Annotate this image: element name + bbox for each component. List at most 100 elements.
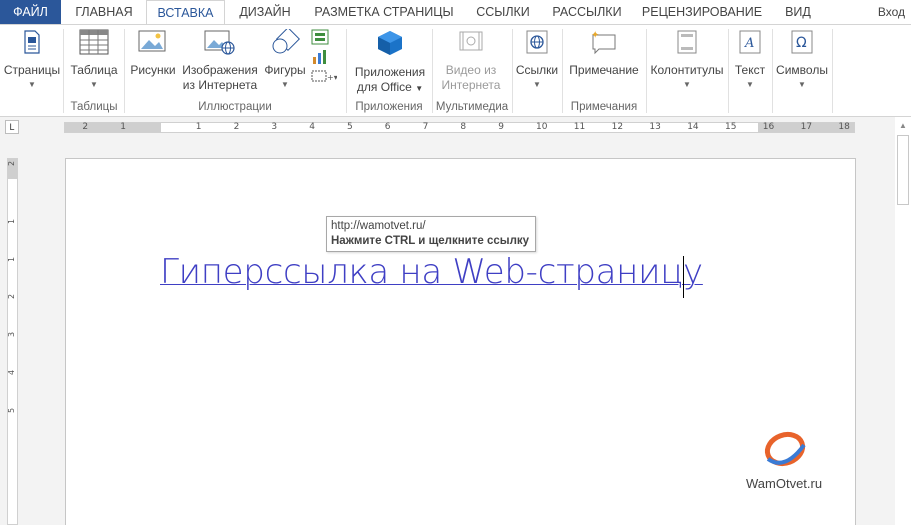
hyperlink-text[interactable]: Гиперссылка на Web-страницу <box>160 252 703 292</box>
comment-icon: ✦ <box>591 30 616 55</box>
ruler-number: 9 <box>498 122 504 132</box>
tab-mailings[interactable]: РАССЫЛКИ <box>543 0 631 24</box>
link-icon <box>526 30 548 54</box>
chevron-down-icon: ▼ <box>415 84 424 93</box>
ruler-number: 1 <box>7 256 17 262</box>
chevron-down-icon: ▼ <box>533 80 541 89</box>
tooltip-hint: Нажмите CTRL и щелкните ссылку <box>331 235 530 247</box>
tab-design[interactable]: ДИЗАЙН <box>226 0 304 24</box>
online-pictures-button[interactable]: Изображения из Интернета <box>180 29 260 93</box>
pages-label: Страницы <box>3 63 61 77</box>
ruler-number: 1 <box>7 218 17 224</box>
svg-text:Ω: Ω <box>796 35 807 51</box>
apps-for-office-button[interactable]: Приложения для Office ▼ <box>350 29 430 96</box>
group-label-comments: Примечания <box>570 101 638 113</box>
picture-icon <box>138 30 166 52</box>
vertical-ruler[interactable]: 2 1 1 2 3 4 5 <box>7 158 18 525</box>
text-button[interactable]: A Текст ▼ <box>730 29 770 90</box>
tab-selector[interactable]: L <box>5 120 19 134</box>
chart-icon[interactable] <box>311 49 329 65</box>
tab-page-layout[interactable]: РАЗМЕТКА СТРАНИЦЫ <box>305 0 463 24</box>
ruler-number: 17 <box>800 122 813 132</box>
tab-review[interactable]: РЕЦЕНЗИРОВАНИЕ <box>632 0 772 24</box>
ruler-left-margin <box>65 123 161 132</box>
ruler-number: 2 <box>82 122 89 132</box>
chevron-down-icon: ▼ <box>281 80 289 89</box>
ruler-number: 2 <box>7 161 17 167</box>
chevron-down-icon: ▼ <box>798 80 806 89</box>
pages-button[interactable]: Страницы ▼ <box>2 29 62 90</box>
chevron-down-icon: ▼ <box>90 80 98 89</box>
group-divider <box>832 29 833 113</box>
ribbon-tab-bar: ФАЙЛ ГЛАВНАЯ ВСТАВКА ДИЗАЙН РАЗМЕТКА СТР… <box>0 0 911 25</box>
ruler-number: 4 <box>7 369 17 376</box>
ruler-number: 1 <box>195 122 202 132</box>
text-box-icon: A <box>739 30 761 54</box>
svg-text:✦: ✦ <box>591 30 599 41</box>
tab-insert[interactable]: ВСТАВКА <box>146 0 225 25</box>
watermark-text: WamOtvet.ru <box>746 476 823 491</box>
pages-icon <box>24 30 40 54</box>
vertical-scrollbar[interactable]: ▲ <box>895 117 911 525</box>
group-label-apps: Приложения <box>355 101 423 113</box>
tab-file[interactable]: ФАЙЛ <box>0 0 61 24</box>
text-cursor <box>683 256 684 298</box>
ruler-number: 2 <box>233 122 240 132</box>
online-pictures-label-1: Изображения <box>182 63 258 77</box>
group-label-illustrations: Иллюстрации <box>198 101 272 113</box>
online-video-label-1: Видео из <box>445 63 497 77</box>
tab-view[interactable]: ВИД <box>773 0 823 24</box>
ruler-number: 1 <box>120 122 126 132</box>
shapes-icon <box>272 26 301 54</box>
ruler-number: 3 <box>7 332 17 338</box>
ruler-number: 5 <box>347 122 353 132</box>
ruler-number: 14 <box>687 122 699 132</box>
apps-label-2: для Office ▼ <box>356 80 424 94</box>
table-button[interactable]: Таблица ▼ <box>66 29 122 90</box>
header-footer-icon <box>677 30 697 54</box>
ruler-number: 8 <box>460 122 467 132</box>
shapes-button[interactable]: Фигуры ▼ <box>262 26 308 90</box>
scroll-up-icon[interactable]: ▲ <box>899 121 907 130</box>
symbols-button[interactable]: Ω Символы ▼ <box>774 29 830 90</box>
tab-home[interactable]: ГЛАВНАЯ <box>62 0 146 24</box>
online-video-button[interactable]: Видео из Интернета <box>436 29 506 93</box>
group-divider <box>646 29 647 113</box>
ruler-number: 18 <box>838 122 850 132</box>
comment-label: Примечание <box>569 63 639 77</box>
group-divider <box>512 29 513 113</box>
svg-text:A: A <box>744 36 754 51</box>
comment-button[interactable]: ✦ Примечание <box>565 29 643 78</box>
links-label: Ссылки <box>515 63 559 77</box>
horizontal-ruler[interactable]: 2 1 1 2 3 4 5 6 7 8 9 10 11 12 13 14 15 16 17 18 <box>64 122 855 133</box>
text-label: Текст <box>734 63 766 77</box>
ruler-number: 15 <box>725 122 737 132</box>
pictures-button[interactable]: Рисунки <box>128 29 178 78</box>
scrollbar-thumb[interactable] <box>897 135 909 205</box>
pictures-label: Рисунки <box>130 63 176 77</box>
sign-in-link[interactable]: Вход <box>878 0 905 24</box>
table-label: Таблица <box>70 63 118 77</box>
header-footer-button[interactable]: Колонтитулы ▼ <box>648 29 726 90</box>
ruler-number: 5 <box>7 407 17 413</box>
ruler-number: 6 <box>384 122 391 132</box>
group-divider <box>772 29 773 113</box>
ruler-number: 3 <box>271 122 278 132</box>
chevron-down-icon: ▼ <box>683 80 691 89</box>
group-label-media: Мультимедиа <box>435 101 509 113</box>
online-picture-icon <box>204 30 235 55</box>
apps-label-1: Приложения <box>354 65 426 79</box>
office-store-icon <box>378 31 402 55</box>
document-page[interactable] <box>65 158 856 525</box>
smartart-icon[interactable] <box>311 29 329 45</box>
tab-references[interactable]: ССЫЛКИ <box>464 0 542 24</box>
group-label-tables: Таблицы <box>70 101 118 113</box>
hyperlink-tooltip: http://wamotvet.ru/ Нажмите CTRL и щелкн… <box>326 216 536 252</box>
links-button[interactable]: Ссылки ▼ <box>514 29 560 90</box>
wamotvet-logo-icon <box>764 431 806 467</box>
ruler-number: 13 <box>649 122 661 132</box>
screenshot-icon[interactable]: +▾ <box>311 69 337 83</box>
header-footer-label: Колонтитулы <box>650 63 724 77</box>
ruler-number: 4 <box>309 122 315 132</box>
online-pictures-label-2: из Интернета <box>182 78 258 92</box>
